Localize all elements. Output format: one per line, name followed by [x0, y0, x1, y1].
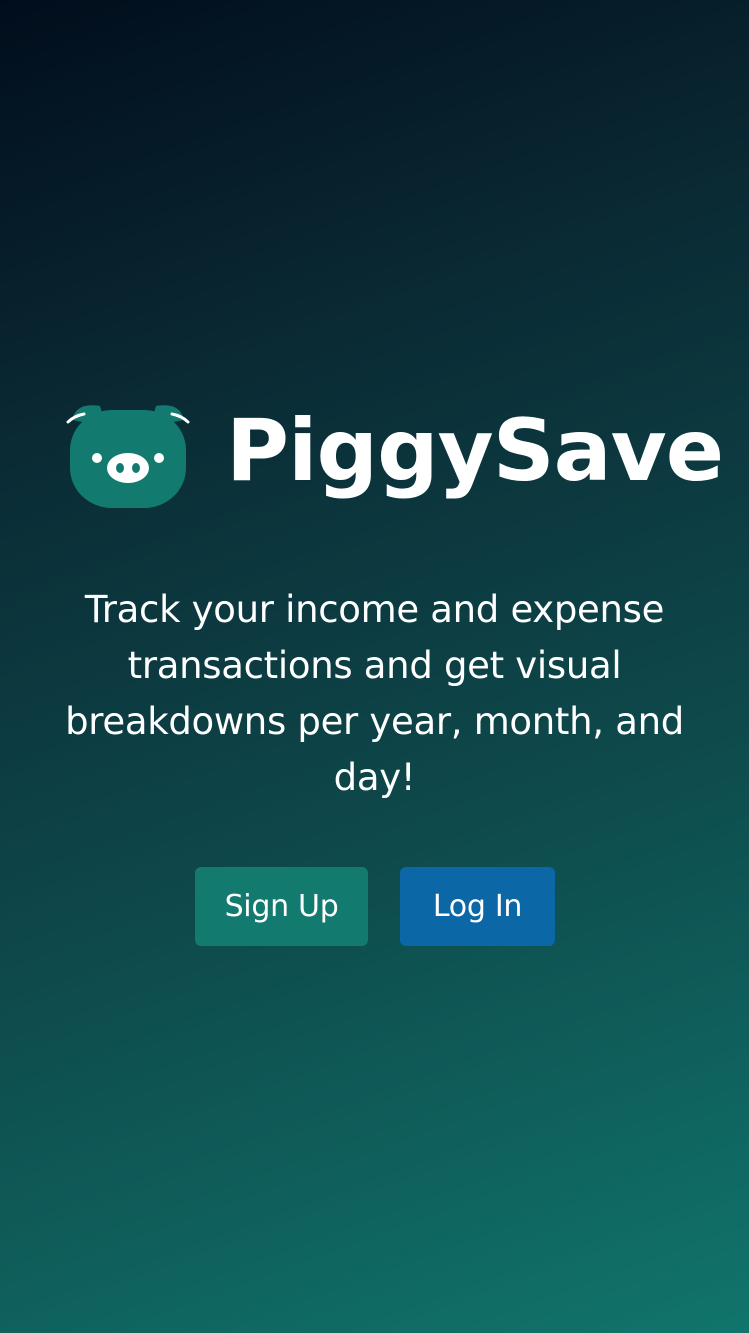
app-title: PiggySave [226, 401, 724, 501]
sign-up-button[interactable]: Sign Up [195, 867, 368, 946]
log-in-button[interactable]: Log In [400, 867, 555, 946]
app-tagline: Track your income and expense transactio… [65, 588, 684, 799]
app-brand: PiggySave [66, 398, 724, 510]
pig-face-icon [66, 405, 190, 508]
auth-actions: Sign Up Log In [0, 867, 749, 946]
